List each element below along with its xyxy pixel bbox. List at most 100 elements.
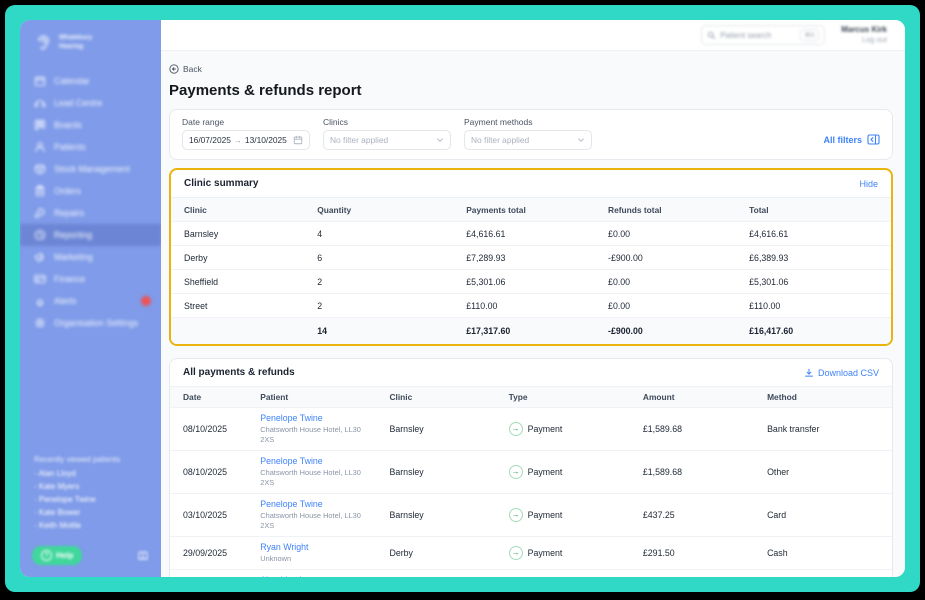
payment-method: Other xyxy=(767,466,790,477)
payment-arrow-icon: → xyxy=(508,464,523,479)
patient-address: Unknown xyxy=(260,553,292,563)
payment-amount: £437.25 xyxy=(642,509,675,520)
chevron-down-icon xyxy=(578,138,584,142)
payment-row: 08/10/2025 Penelope Twine Chatsworth Hou… xyxy=(170,449,892,493)
clinic-summary-row: Barnsley 4 £4,616.61 £0.00 £4,616.61 xyxy=(171,221,891,245)
summary-payments-total: £110.00 xyxy=(466,300,498,311)
payment-type: → Payment xyxy=(496,408,630,450)
summary-refunds-total: £0.00 xyxy=(608,228,631,239)
chevron-down-icon xyxy=(437,138,443,142)
payment-type: → Payment xyxy=(496,451,630,493)
summary-total: £110.00 xyxy=(749,300,781,311)
payment-patient: Penelope Twine Chatsworth House Hotel, L… xyxy=(247,494,376,536)
patient-link[interactable]: Ryan Wright xyxy=(260,542,308,552)
column-header: Method xyxy=(767,392,797,402)
book-icon[interactable] xyxy=(137,550,149,562)
patient-link[interactable]: Penelope Twine xyxy=(260,456,322,466)
back-button[interactable]: Back xyxy=(169,64,202,74)
organisation-settings-icon xyxy=(34,317,46,329)
summary-payments-total: £17,317.60 xyxy=(466,326,511,336)
recent-patient-link[interactable]: Kate Bower xyxy=(34,508,149,517)
payment-method: Cash xyxy=(767,547,788,558)
sidebar-item-repairs[interactable]: Repairs xyxy=(20,202,161,224)
clinic-summary-card: Clinic summary Hide Clinic Quantity Paymen… xyxy=(169,168,893,346)
sidebar: Whalebury Hearing Calendar Lead Centre B… xyxy=(20,20,161,577)
summary-refunds-total: £0.00 xyxy=(608,300,631,311)
question-icon: ? xyxy=(41,550,52,561)
payments-card: All payments & refunds Download CSV Date… xyxy=(169,358,893,577)
download-csv-link[interactable]: Download CSV xyxy=(804,368,879,378)
column-header: Refunds total xyxy=(608,204,662,215)
clinic-summary-row: Street 2 £110.00 £0.00 £110.00 xyxy=(171,293,891,317)
top-bar: Patient search ⌘K Marcus Kirk Log out xyxy=(161,20,905,51)
payment-method: Cheque xyxy=(754,570,892,577)
all-filters-link[interactable]: All filters xyxy=(823,134,880,145)
orders-icon xyxy=(34,185,46,197)
recent-patient-link[interactable]: Keith Mottle xyxy=(34,521,149,530)
summary-quantity: 2 xyxy=(317,300,323,311)
recent-patient-link[interactable]: Alan Lloyd xyxy=(34,469,149,478)
payment-method: Bank transfer xyxy=(767,423,820,434)
patients-icon xyxy=(34,141,46,153)
patient-link[interactable]: Penelope Twine xyxy=(260,499,322,509)
summary-quantity: 14 xyxy=(317,326,327,336)
payment-methods-field: Payment methods No filter applied xyxy=(464,117,592,150)
sidebar-item-organisation-settings[interactable]: Organisation Settings xyxy=(20,312,161,334)
column-header: Type xyxy=(508,392,528,402)
help-button[interactable]: ? Help xyxy=(32,546,83,565)
payment-clinic: Barnsley xyxy=(389,509,424,520)
sidebar-item-stock-management[interactable]: Stock Management xyxy=(20,158,161,180)
logout-link[interactable]: Log out xyxy=(841,35,887,45)
sidebar-item-calendar[interactable]: Calendar xyxy=(20,70,161,92)
clinics-value: No filter applied xyxy=(330,135,389,145)
patient-link[interactable]: Alan Lloyd xyxy=(260,575,301,577)
sidebar-item-finance[interactable]: Finance xyxy=(20,268,161,290)
column-header: Clinic xyxy=(389,392,413,402)
main-panel: Back Payments & refunds report Date rang… xyxy=(161,51,905,577)
recently-viewed-title: Recently viewed patients xyxy=(34,455,121,464)
summary-payments-total: £7,289.93 xyxy=(466,252,506,263)
clinic-summary-header-row: Clinic Quantity Payments total Refunds tota… xyxy=(171,197,891,221)
download-icon xyxy=(804,368,814,378)
patient-link[interactable]: Penelope Twine xyxy=(260,413,322,423)
date-range-input[interactable]: 16/07/2025 → 13/10/2025 xyxy=(182,130,310,150)
column-header: Payments total xyxy=(466,204,526,215)
payment-patient: Penelope Twine Chatsworth House Hotel, L… xyxy=(247,451,376,493)
sidebar-item-lead-centre[interactable]: Lead Centre xyxy=(20,92,161,114)
payment-arrow-icon: → xyxy=(508,507,523,522)
payment-methods-select[interactable]: No filter applied xyxy=(464,130,592,150)
payment-row: 26/09/2025 Alan Lloyd 42 Row Road, SH55 … xyxy=(170,568,892,577)
page-title: Payments & refunds report xyxy=(169,82,362,99)
hide-summary-link[interactable]: Hide xyxy=(859,179,878,189)
summary-refunds-total: £0.00 xyxy=(608,276,631,287)
payment-clinic: Barnsley xyxy=(389,466,424,477)
back-arrow-icon xyxy=(169,64,179,74)
clinic-summary-title: Clinic summary xyxy=(184,178,259,189)
content-area: Patient search ⌘K Marcus Kirk Log out Ba… xyxy=(161,20,905,577)
reporting-icon xyxy=(34,229,46,241)
sidebar-item-reporting[interactable]: Reporting xyxy=(20,224,161,246)
payment-patient: Alan Lloyd 42 Row Road, SH55 0SW xyxy=(247,570,376,577)
filters-card: Date range 16/07/2025 → 13/10/2025 Clini… xyxy=(169,109,893,160)
summary-total: £4,616.61 xyxy=(749,228,789,239)
payment-amount: £1,589.68 xyxy=(642,423,683,434)
sidebar-item-orders[interactable]: Orders xyxy=(20,180,161,202)
teal-frame: Whalebury Hearing Calendar Lead Centre B… xyxy=(5,5,920,592)
filters-panel-icon xyxy=(867,134,880,145)
sidebar-item-marketing[interactable]: Marketing xyxy=(20,246,161,268)
summary-total: £5,301.06 xyxy=(749,276,789,287)
summary-payments-total: £4,616.61 xyxy=(466,228,506,239)
sidebar-item-boards[interactable]: Boards xyxy=(20,114,161,136)
recent-patient-link[interactable]: Kate Myers xyxy=(34,482,149,491)
sidebar-item-alerts[interactable]: Alerts xyxy=(20,290,161,312)
sidebar-item-patients[interactable]: Patients xyxy=(20,136,161,158)
recent-patient-link[interactable]: Penelope Twine xyxy=(34,495,149,504)
payment-arrow-icon: → xyxy=(508,421,523,436)
date-start-value[interactable]: 16/07/2025 xyxy=(189,135,231,145)
payments-table: Date Patient Clinic Type Amount Method 08/10/… xyxy=(170,386,892,577)
date-end-value[interactable]: 13/10/2025 xyxy=(245,135,287,145)
clinics-select[interactable]: No filter applied xyxy=(323,130,451,150)
finance-icon xyxy=(34,273,46,285)
patient-search-input[interactable]: Patient search ⌘K xyxy=(701,25,826,45)
